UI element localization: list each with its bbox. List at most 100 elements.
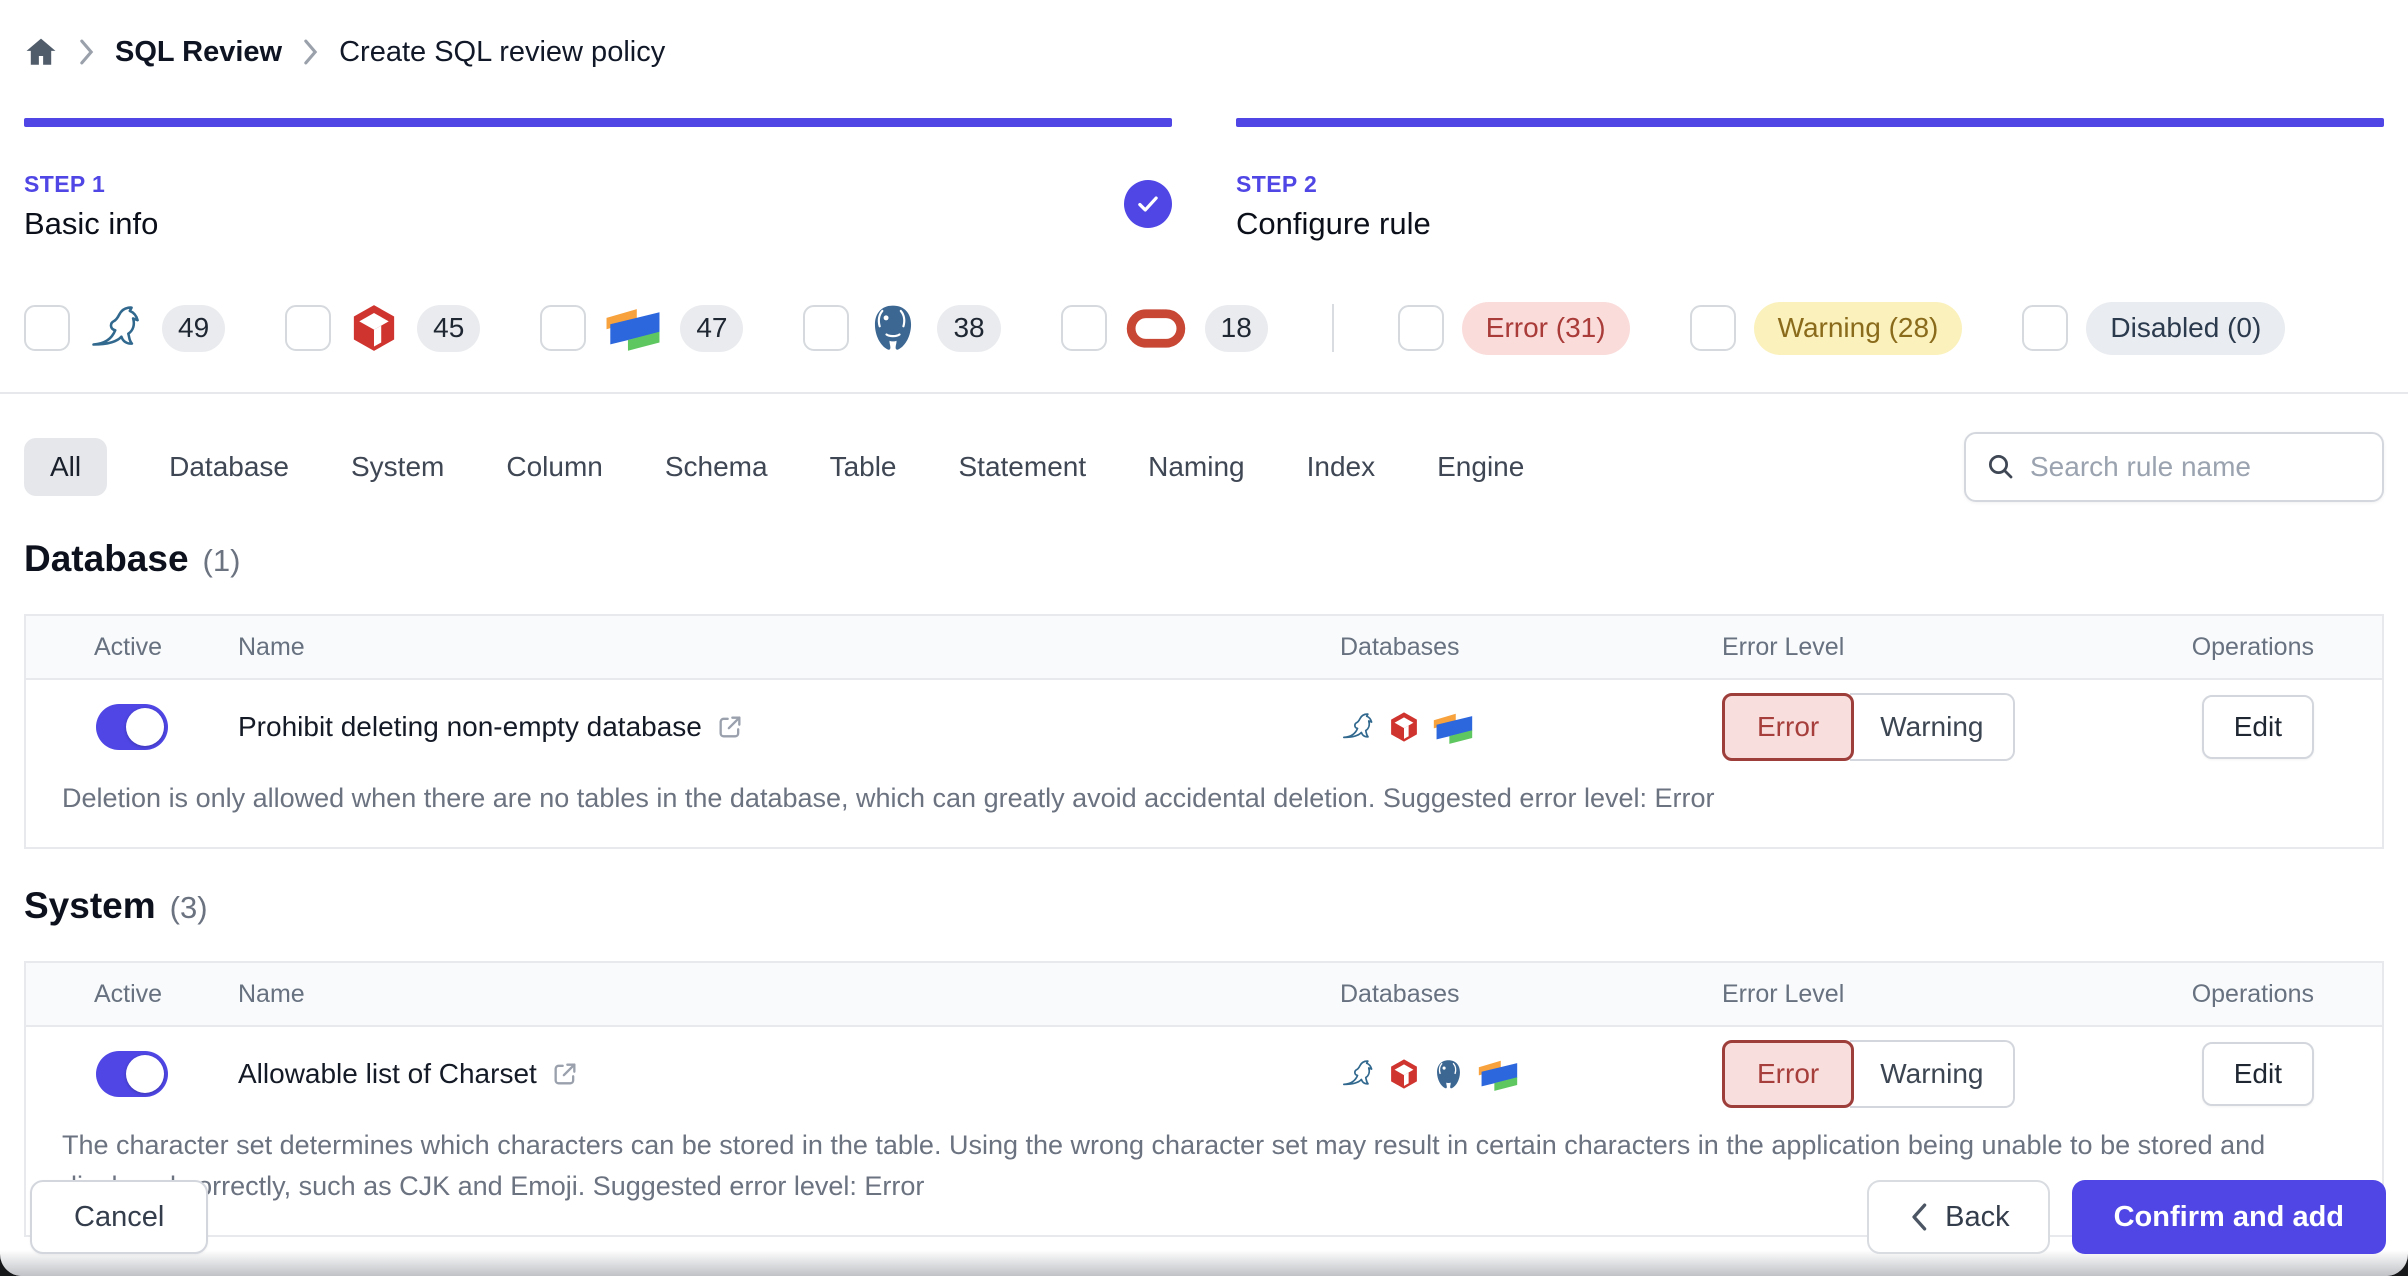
column-header-name: Name [238,979,305,1008]
section-divider [0,392,2408,394]
filter-level-error[interactable]: Error (31) [1397,301,1630,355]
external-link-icon[interactable] [551,1060,579,1088]
footer-action-bar: Cancel Back Confirm and add [30,1180,2386,1254]
error-level-checkbox[interactable] [1397,305,1444,351]
oceanbase-icon [1433,713,1473,744]
section-heading: System (3) [24,885,2384,927]
table-row: Allowable list of Charset Error Warning [26,1027,2382,1121]
tidb-checkbox[interactable] [285,305,332,351]
column-header-error-level: Error Level [1722,632,1845,661]
error-count-pill: Error (31) [1461,301,1630,355]
error-level-error-button[interactable]: Error [1722,1040,1855,1108]
rule-active-toggle[interactable] [96,704,168,750]
search-icon [1989,455,2013,479]
category-tab-bar: All Database System Column Schema Table … [0,432,2408,502]
column-header-operations: Operations [2191,979,2314,1008]
postgresql-rule-count: 38 [937,304,1001,352]
oceanbase-icon [1478,1060,1518,1091]
back-button-label: Back [1945,1200,2010,1233]
table-header-row: Active Name Databases Error Level Operat… [26,616,2382,680]
tab-schema[interactable]: Schema [665,451,768,483]
home-icon[interactable] [24,35,58,69]
tidb-rule-count: 45 [417,304,481,352]
tidb-icon [1391,1059,1417,1089]
section-rule-count: (1) [202,543,241,578]
oceanbase-rule-count: 47 [680,304,744,352]
disabled-count-pill: Disabled (0) [2086,301,2286,355]
edit-rule-button[interactable]: Edit [2201,1042,2314,1106]
breadcrumb-current-page: Create SQL review policy [339,35,666,68]
oracle-checkbox[interactable] [1060,305,1107,351]
search-rule-input[interactable] [2030,451,2362,483]
error-level-error-button[interactable]: Error [1722,693,1855,761]
mysql-checkbox[interactable] [24,305,70,351]
tab-index[interactable]: Index [1307,451,1376,483]
mysql-icon [1342,713,1373,739]
section-title-text: System [24,885,156,926]
rules-table: Active Name Databases Error Level Operat… [24,614,2384,849]
oracle-rule-count: 18 [1204,304,1268,352]
filter-level-warning[interactable]: Warning (28) [1689,301,1963,355]
toggle-knob [126,708,164,746]
rule-name: Allowable list of Charset [238,1058,537,1089]
filter-engine-tidb[interactable]: 45 [285,303,481,353]
filter-divider [1331,304,1334,352]
filter-engine-mysql[interactable]: 49 [24,301,226,355]
tab-all[interactable]: All [24,438,108,496]
category-tabs: All Database System Column Schema Table … [24,438,1524,496]
tab-table[interactable]: Table [830,451,897,483]
disabled-level-checkbox[interactable] [2022,305,2069,351]
warning-level-checkbox[interactable] [1689,305,1736,351]
external-link-icon[interactable] [716,713,744,741]
error-level-segmented-control: Error Warning [1722,693,2016,761]
breadcrumb-sql-review[interactable]: SQL Review [115,36,282,69]
step-2-configure-rule[interactable]: STEP 2 Configure rule [1236,118,2384,242]
tab-engine[interactable]: Engine [1437,451,1524,483]
filter-engine-oracle[interactable]: 18 [1060,304,1268,352]
postgresql-checkbox[interactable] [803,305,850,351]
error-level-warning-button[interactable]: Warning [1850,1040,2016,1108]
postgresql-icon [1437,1059,1460,1088]
step-progress-bar [1236,118,2384,127]
table-header-row: Active Name Databases Error Level Operat… [26,963,2382,1027]
filter-bar: 49 45 47 38 18 Error (31) Warning (28) D… [0,300,2408,356]
column-header-databases: Databases [1340,632,1460,661]
oceanbase-icon [606,309,660,351]
rule-databases [1315,1057,1697,1091]
tab-system[interactable]: System [351,451,444,483]
rule-name: Prohibit deleting non-empty database [238,711,702,742]
tab-statement[interactable]: Statement [959,451,1087,483]
error-level-warning-button[interactable]: Warning [1850,693,2016,761]
step-title: Basic info [24,206,159,241]
oceanbase-checkbox[interactable] [540,305,587,351]
section-heading: Database (1) [24,538,2384,580]
back-button[interactable]: Back [1867,1180,2050,1254]
chevron-right-icon [78,38,95,66]
create-sql-review-policy-page: SQL Review Create SQL review policy STEP… [0,0,2408,1276]
mysql-rule-count: 49 [162,304,226,352]
error-level-segmented-control: Error Warning [1722,1040,2016,1108]
tab-database[interactable]: Database [169,451,289,483]
wizard-steps: STEP 1 Basic info STEP 2 Configure rule [0,118,2408,242]
tidb-icon [1391,712,1417,742]
edit-rule-button[interactable]: Edit [2201,695,2314,759]
breadcrumb: SQL Review Create SQL review policy [0,28,2408,76]
filter-engine-postgresql[interactable]: 38 [803,302,1001,354]
step-label: STEP 1 [24,171,106,197]
step-label: STEP 2 [1236,171,1318,197]
section-database: Database (1) Active Name Databases Error… [0,538,2408,849]
search-box[interactable] [1964,432,2384,502]
confirm-and-add-button[interactable]: Confirm and add [2071,1180,2386,1254]
step-1-basic-info[interactable]: STEP 1 Basic info [24,118,1172,242]
step-title: Configure rule [1236,206,1431,241]
step-completed-check-icon [1124,180,1172,228]
column-header-name: Name [238,632,305,661]
rule-active-toggle[interactable] [96,1051,168,1097]
filter-level-disabled[interactable]: Disabled (0) [2022,301,2286,355]
warning-count-pill: Warning (28) [1753,301,1963,355]
filter-engine-oceanbase[interactable]: 47 [540,304,744,352]
tab-column[interactable]: Column [506,451,602,483]
rule-databases [1315,710,1697,744]
cancel-button[interactable]: Cancel [30,1180,209,1254]
tab-naming[interactable]: Naming [1148,451,1244,483]
